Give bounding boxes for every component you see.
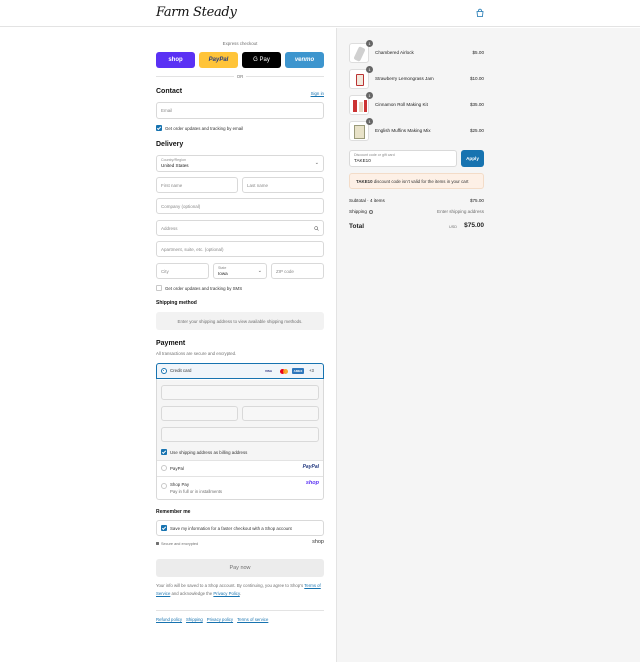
footer-privacy-policy-link[interactable]: Privacy policy: [207, 617, 233, 622]
card-number-field[interactable]: [161, 385, 319, 400]
address-field[interactable]: Address: [156, 220, 324, 236]
subtotal-label: Subtotal · 4 items: [349, 198, 385, 203]
express-checkout-title: Express checkout: [222, 41, 258, 46]
product-name: English Muffins Making Mix: [375, 128, 431, 133]
product-price: $5.00: [472, 50, 485, 55]
shipping-value: Enter shipping address: [437, 209, 484, 214]
more-brands-label: +3: [309, 368, 314, 373]
pay-now-button[interactable]: Pay now: [156, 559, 324, 577]
state-select[interactable]: State Iowa ⌄: [213, 263, 267, 279]
info-icon[interactable]: [369, 209, 373, 214]
shipping-method-heading: Shipping method: [156, 300, 197, 306]
footer-shipping-link[interactable]: Shipping: [186, 617, 203, 622]
divider-or: OR: [236, 73, 244, 79]
shop-pay-button[interactable]: shop: [156, 52, 195, 68]
payment-subtitle: All transactions are secure and encrypte…: [156, 351, 237, 356]
paypal-label: PayPal: [170, 465, 184, 471]
divider-left: [156, 76, 234, 77]
paypal-button[interactable]: PayPal: [199, 52, 238, 68]
mastercard-icon: [279, 368, 289, 374]
chevron-down-icon: ⌄: [314, 160, 319, 166]
footer-divider: [156, 610, 324, 611]
discount-code-field[interactable]: Discount code or gift card TAKE10: [349, 150, 457, 167]
delivery-heading: Delivery: [156, 141, 184, 148]
total-label: Total: [349, 223, 365, 230]
legal-text: Your info will be saved to a Shop accoun…: [156, 583, 321, 596]
contact-heading: Contact: [156, 88, 183, 95]
email-updates-checkbox[interactable]: [156, 125, 162, 131]
footer-terms-link[interactable]: Terms of service: [237, 617, 268, 622]
shop-pay-label: Shop Pay: [170, 482, 190, 487]
card-cvv-field[interactable]: [242, 406, 319, 421]
shop-logo: shop: [312, 539, 324, 545]
secure-encrypted-label: Secure and encrypted: [161, 541, 199, 546]
country-select[interactable]: Country/Region United States ⌄: [156, 155, 324, 172]
quantity-badge: 1: [366, 92, 373, 99]
footer-links: Refund policy Shipping Privacy policy Te…: [156, 617, 268, 622]
divider-shoppay: [157, 476, 323, 477]
save-info-label: Save my information for a faster checkou…: [170, 525, 292, 531]
product-image: [349, 69, 369, 89]
city-field[interactable]: City: [156, 263, 209, 279]
discount-error-message: TAKE10 discount code isn’t valid for the…: [349, 173, 484, 189]
apply-discount-button[interactable]: Apply: [461, 150, 484, 167]
card-name-field[interactable]: [161, 427, 319, 442]
quantity-badge: 1: [366, 66, 373, 73]
sms-updates-checkbox[interactable]: [156, 285, 162, 291]
shopping-bag-icon[interactable]: [475, 8, 485, 18]
shipping-method-notice: Enter your shipping address to view avai…: [156, 312, 324, 330]
shop-pay-subtitle: Pay in full or in installments: [170, 489, 223, 494]
chevron-down-icon: ⌄: [257, 268, 262, 274]
search-icon: [314, 226, 319, 231]
shop-pay-radio[interactable]: [161, 483, 167, 489]
apartment-field[interactable]: Apartment, suite, etc. (optional): [156, 241, 324, 257]
amex-icon: AMEX: [292, 368, 304, 374]
lock-icon: [156, 542, 159, 545]
product-price: $10.00: [469, 76, 484, 81]
sign-in-link[interactable]: Sign in: [300, 91, 324, 96]
visa-icon: VISA: [264, 369, 272, 373]
email-updates-label: Get order updates and tracking by email: [165, 125, 244, 131]
product-name: Chambered Airlock: [375, 50, 414, 55]
credit-card-radio[interactable]: [161, 368, 167, 374]
google-pay-button[interactable]: G Pay: [242, 52, 281, 68]
header: Farm Steady: [0, 0, 640, 27]
shop-pay-logo: shop: [305, 480, 319, 486]
product-image: [349, 121, 369, 141]
total-value: $75.00: [464, 222, 484, 229]
last-name-field[interactable]: Last name: [242, 177, 324, 193]
card-expiry-field[interactable]: [161, 406, 238, 421]
privacy-policy-link[interactable]: Privacy Policy: [213, 591, 239, 596]
paypal-logo: PayPal: [302, 464, 319, 470]
product-price: $25.00: [469, 128, 484, 133]
store-logo[interactable]: Farm Steady: [156, 5, 237, 20]
billing-same-label: Use shipping address as billing address: [170, 449, 248, 455]
product-image: [349, 95, 369, 115]
divider-paypal: [157, 460, 323, 461]
first-name-field[interactable]: First name: [156, 177, 238, 193]
product-image: [349, 43, 369, 63]
order-summary-panel: [336, 28, 640, 662]
paypal-radio[interactable]: [161, 465, 167, 471]
quantity-badge: 1: [366, 118, 373, 125]
email-field[interactable]: Email: [156, 102, 324, 119]
quantity-badge: 1: [366, 40, 373, 47]
subtotal-value: $75.00: [469, 198, 484, 203]
divider-right: [246, 76, 324, 77]
shipping-label: Shipping: [349, 209, 367, 214]
product-price: $35.00: [469, 102, 484, 107]
save-info-checkbox[interactable]: [161, 525, 167, 531]
venmo-button[interactable]: venmo: [285, 52, 324, 68]
billing-same-checkbox[interactable]: [161, 449, 167, 455]
payment-heading: Payment: [156, 340, 186, 347]
company-field[interactable]: Company (optional): [156, 198, 324, 214]
sms-updates-label: Get order updates and tracking by SMS: [165, 285, 243, 291]
credit-card-label: Credit card: [170, 368, 192, 373]
product-name: Strawberry Lemongrass Jam: [375, 76, 434, 81]
product-name: Cinnamon Roll Making Kit: [375, 102, 428, 107]
remember-me-heading: Remember me: [156, 509, 191, 515]
zip-field[interactable]: ZIP code: [271, 263, 324, 279]
footer-refund-policy-link[interactable]: Refund policy: [156, 617, 182, 622]
